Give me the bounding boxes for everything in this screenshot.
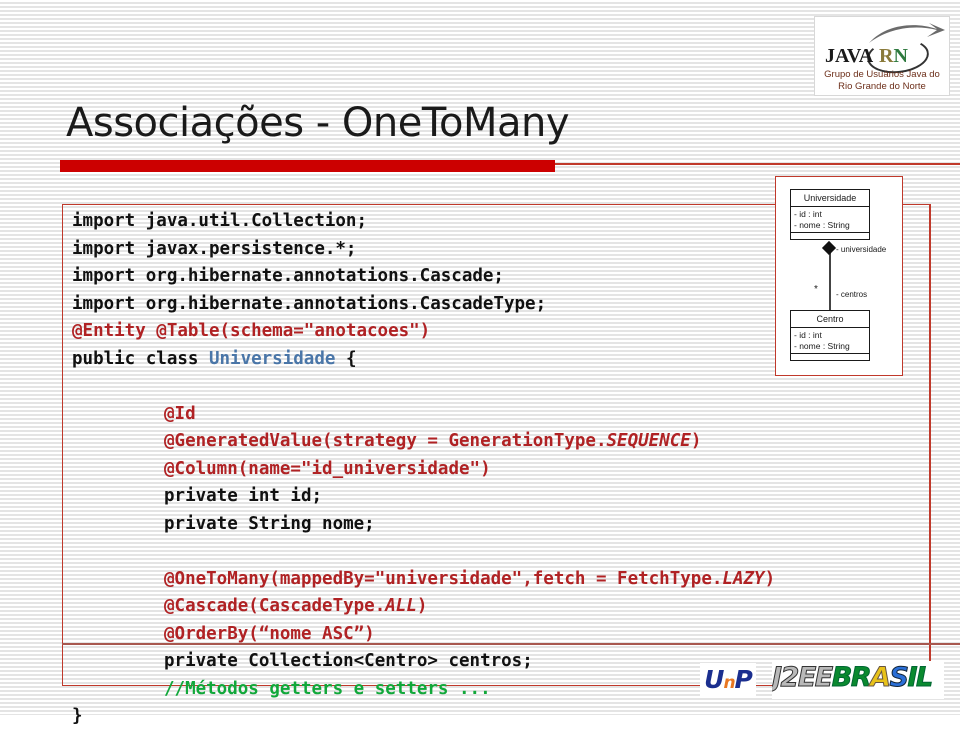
code-token: @GeneratedValue(strategy = GenerationTyp… <box>164 431 607 451</box>
title-accent-bar <box>60 160 555 172</box>
code-token: import javax.persistence.*; <box>72 238 357 259</box>
code-line: @GeneratedValue(strategy = GenerationTyp… <box>72 428 960 456</box>
code-line: @Cascade(CascadeType.ALL) <box>72 593 960 621</box>
slide-canvas: JAVA RN Grupo de Usuários Java do Rio Gr… <box>0 0 960 726</box>
title-thin-rule <box>555 163 960 165</box>
code-token: import org.hibernate.annotations.Cascade… <box>72 293 547 314</box>
uml-attribute: - nome : String <box>794 220 850 230</box>
mid-horizontal-rule <box>62 643 960 645</box>
javarn-tagline-line1: Grupo de Usuários Java do <box>824 69 940 80</box>
javarn-wordmark: JAVA RN <box>823 43 943 69</box>
uml-composition-diamond-icon <box>821 240 837 256</box>
unp-logo: UnP <box>700 663 756 697</box>
code-token: @Id <box>164 403 196 424</box>
code-token: SEQUENCE <box>606 431 691 451</box>
uml-attributes: - id : int - nome : String <box>791 328 869 354</box>
uml-attribute: - nome : String <box>794 341 850 351</box>
code-token: ) <box>764 568 776 589</box>
uml-association-line <box>829 247 831 310</box>
code-token: } <box>72 706 83 726</box>
code-token: ) <box>416 596 428 616</box>
javarn-tagline-line2: Rio Grande do Norte <box>838 81 926 92</box>
uml-role-child-label: - centros <box>836 290 868 299</box>
uml-diagram-panel: Universidade - id : int - nome : String … <box>775 176 903 376</box>
code-token: @OrderBy(“nome ASC”) <box>164 623 375 644</box>
code-line: private int id; <box>72 483 960 511</box>
code-token: public class <box>72 348 209 369</box>
code-line: @OneToMany(mappedBy="universidade",fetch… <box>72 566 960 594</box>
j2ee-brasil-wordmark: J2EEBRASIL <box>772 662 934 694</box>
uml-attribute: - id : int <box>794 330 822 340</box>
code-token: private String nome; <box>164 513 375 534</box>
javarn-java-text: JAVA <box>825 45 874 67</box>
uml-attribute: - id : int <box>794 209 822 219</box>
uml-operations <box>791 354 869 360</box>
uml-multiplicity-label: * <box>814 284 818 295</box>
uml-role-parent-label: - universidade <box>836 245 887 254</box>
code-token: @Entity @Table(schema="anotacoes") <box>72 321 431 341</box>
code-token: private Collection<Centro> centros; <box>164 651 533 671</box>
code-token: import java.util.Collection; <box>72 211 368 231</box>
code-line: private String nome; <box>72 511 960 539</box>
uml-attributes: - id : int - nome : String <box>791 207 869 233</box>
uml-class-centro: Centro - id : int - nome : String <box>790 310 870 361</box>
javarn-tagline: Grupo de Usuários Java do Rio Grande do … <box>815 69 949 93</box>
code-token: Universidade <box>208 348 336 369</box>
code-line: @Column(name="id_universidade") <box>72 456 960 484</box>
uml-class-universidade: Universidade - id : int - nome : String <box>790 189 870 240</box>
code-token: ALL <box>385 596 417 616</box>
code-token: import org.hibernate.annotations.Cascade… <box>72 266 504 286</box>
unp-wordmark: UnP <box>704 665 753 694</box>
code-line: @Id <box>72 401 960 429</box>
code-token: @Column(name="id_universidade") <box>164 458 491 479</box>
code-token: private int id; <box>164 486 323 506</box>
javarn-logo: JAVA RN Grupo de Usuários Java do Rio Gr… <box>814 16 950 96</box>
code-token: LAZY <box>722 568 765 589</box>
code-token: @OneToMany(mappedBy="universidade",fetch… <box>164 568 723 589</box>
j2ee-brasil-logo: J2EEBRASIL <box>772 661 944 699</box>
code-line: } <box>72 703 960 731</box>
page-title: Associações - OneToMany <box>66 100 570 146</box>
uml-class-name: Universidade <box>791 190 869 207</box>
uml-operations <box>791 233 869 239</box>
code-token: ) <box>690 431 702 451</box>
code-token: //Métodos getters e setters ... <box>164 678 491 699</box>
code-token: { <box>335 348 357 369</box>
uml-class-name: Centro <box>791 311 869 328</box>
javarn-rn-text: RN <box>879 45 908 67</box>
code-token: @Cascade(CascadeType. <box>164 596 386 616</box>
